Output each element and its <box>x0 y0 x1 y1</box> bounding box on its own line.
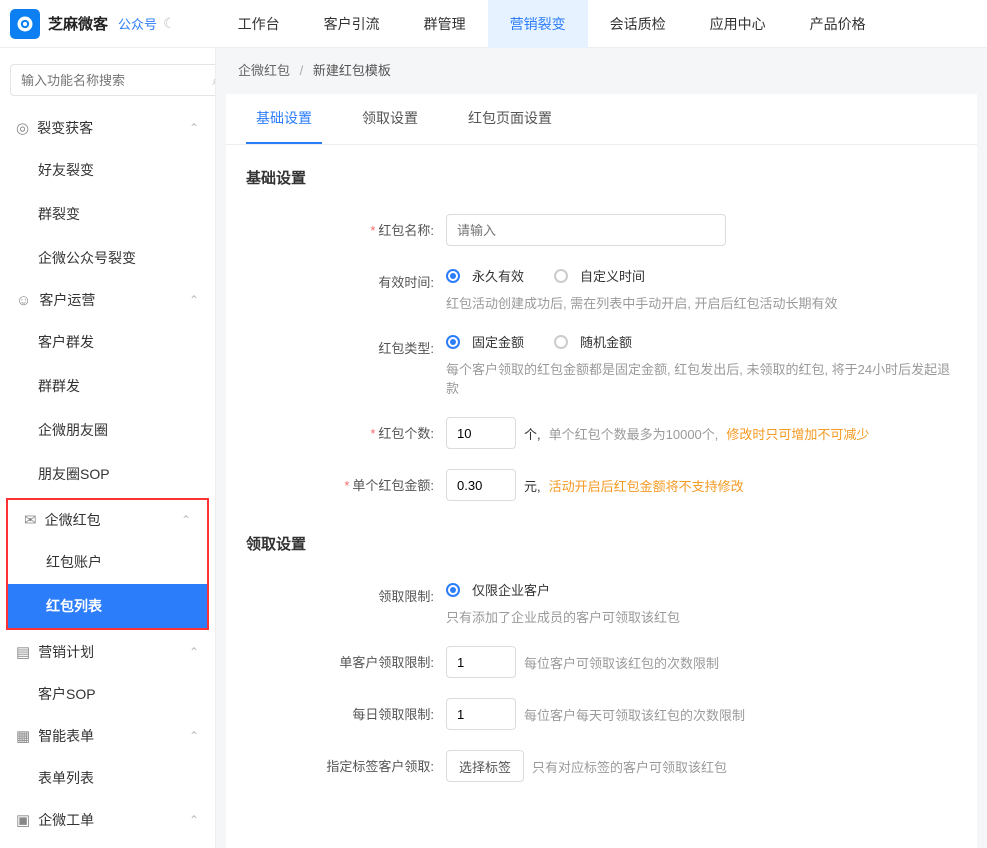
radio-limit-corp[interactable] <box>446 583 460 597</box>
topnav-item-4[interactable]: 会话质检 <box>588 0 688 48</box>
radio-valid-custom[interactable] <box>554 269 568 283</box>
logo-area: 芝麻微客 公众号 ☾ <box>0 9 216 39</box>
group-icon: ☺ <box>16 292 31 309</box>
hint-valid: 红包活动创建成功后, 需在列表中手动开启, 开启后红包活动长期有效 <box>446 293 957 312</box>
top-nav: 工作台客户引流群管理营销裂变会话质检应用中心产品价格 <box>216 0 888 48</box>
label-tag-limit: 指定标签客户领取: <box>326 759 434 774</box>
logo-icon <box>10 9 40 39</box>
side-item-4-0[interactable]: 表单列表 <box>0 756 215 800</box>
group-icon: ▣ <box>16 811 30 829</box>
label-single-limit: 单客户领取限制: <box>339 655 434 670</box>
chevron-icon: ⌃ <box>189 121 199 135</box>
tabs: 基础设置领取设置红包页面设置 <box>226 94 977 145</box>
warn-count: 修改时只可增加不可减少 <box>726 424 869 443</box>
radio-type-random[interactable] <box>554 335 568 349</box>
side-item-0-0[interactable]: 好友裂变 <box>0 148 215 192</box>
side-item-1-0[interactable]: 客户群发 <box>0 320 215 364</box>
side-group-5[interactable]: ▣企微工单⌃ <box>0 800 215 840</box>
side-item-2-0[interactable]: 红包账户 <box>8 540 207 584</box>
chevron-icon: ⌃ <box>189 813 199 827</box>
side-group-0[interactable]: ◎裂变获客⌃ <box>0 108 215 148</box>
tab-2[interactable]: 红包页面设置 <box>458 94 562 144</box>
side-group-3[interactable]: ▤营销计划⌃ <box>0 632 215 672</box>
brand-text: 芝麻微客 <box>48 13 108 34</box>
topnav-item-3[interactable]: 营销裂变 <box>488 0 588 48</box>
tab-1[interactable]: 领取设置 <box>352 94 428 144</box>
input-count[interactable] <box>446 417 516 449</box>
group-icon: ▦ <box>16 727 30 745</box>
chevron-icon: ⌃ <box>189 293 199 307</box>
tab-0[interactable]: 基础设置 <box>246 94 322 144</box>
sidebar: ⌕ ⇤ ◎裂变获客⌃好友裂变群裂变企微公众号裂变☺客户运营⌃客户群发群群发企微朋… <box>0 48 216 848</box>
group-icon: ✉ <box>24 511 37 529</box>
chevron-icon: ⌃ <box>189 729 199 743</box>
side-item-1-2[interactable]: 企微朋友圈 <box>0 408 215 452</box>
input-single-limit[interactable] <box>446 646 516 678</box>
topnav-item-5[interactable]: 应用中心 <box>688 0 788 48</box>
topbar: 芝麻微客 公众号 ☾ 工作台客户引流群管理营销裂变会话质检应用中心产品价格 <box>0 0 987 48</box>
input-name[interactable] <box>446 214 726 246</box>
side-item-1-3[interactable]: 朋友圈SOP <box>0 452 215 496</box>
breadcrumb: 企微红包 / 新建红包模板 <box>216 48 987 94</box>
section-basic-title: 基础设置 <box>226 145 977 204</box>
radio-valid-forever[interactable] <box>446 269 460 283</box>
topnav-item-1[interactable]: 客户引流 <box>302 0 402 48</box>
radio-type-fixed[interactable] <box>446 335 460 349</box>
side-group-4[interactable]: ▦智能表单⌃ <box>0 716 215 756</box>
side-item-2-1[interactable]: 红包列表 <box>8 584 207 628</box>
hint-type: 每个客户领取的红包金额都是固定金额, 红包发出后, 未领取的红包, 将于24小时… <box>446 359 957 397</box>
side-group-1[interactable]: ☺客户运营⌃ <box>0 280 215 320</box>
topnav-item-0[interactable]: 工作台 <box>216 0 302 48</box>
warn-amount: 活动开启后红包金额将不支持修改 <box>549 476 744 495</box>
input-daily-limit[interactable] <box>446 698 516 730</box>
moon-icon[interactable]: ☾ <box>163 15 176 32</box>
label-limit: 领取限制: <box>378 589 434 604</box>
group-icon: ◎ <box>16 119 29 137</box>
breadcrumb-current: 新建红包模板 <box>313 63 391 78</box>
label-valid: 有效时间: <box>378 275 434 290</box>
label-daily-limit: 每日领取限制: <box>352 707 434 722</box>
side-group-2[interactable]: ✉企微红包⌃ <box>8 500 207 540</box>
hint-limit: 只有添加了企业成员的客户可领取该红包 <box>446 607 957 626</box>
btn-select-tag[interactable]: 选择标签 <box>446 750 524 782</box>
topnav-item-6[interactable]: 产品价格 <box>788 0 888 48</box>
label-count: 红包个数: <box>378 426 434 441</box>
side-item-1-1[interactable]: 群群发 <box>0 364 215 408</box>
label-name: 红包名称: <box>378 223 434 238</box>
side-item-0-1[interactable]: 群裂变 <box>0 192 215 236</box>
input-amount[interactable] <box>446 469 516 501</box>
topnav-item-2[interactable]: 群管理 <box>402 0 488 48</box>
main-content: 企微红包 / 新建红包模板 基础设置领取设置红包页面设置 基础设置 *红包名称:… <box>216 48 987 848</box>
label-amount: 单个红包金额: <box>352 478 434 493</box>
search-input[interactable] <box>10 64 216 96</box>
chevron-icon: ⌃ <box>181 513 191 527</box>
section-receive-title: 领取设置 <box>226 511 977 570</box>
breadcrumb-root[interactable]: 企微红包 <box>238 63 290 78</box>
chevron-icon: ⌃ <box>189 645 199 659</box>
gzh-link[interactable]: 公众号 <box>118 14 157 33</box>
side-item-0-2[interactable]: 企微公众号裂变 <box>0 236 215 280</box>
side-item-3-0[interactable]: 客户SOP <box>0 672 215 716</box>
group-icon: ▤ <box>16 643 30 661</box>
label-type: 红包类型: <box>378 341 434 356</box>
